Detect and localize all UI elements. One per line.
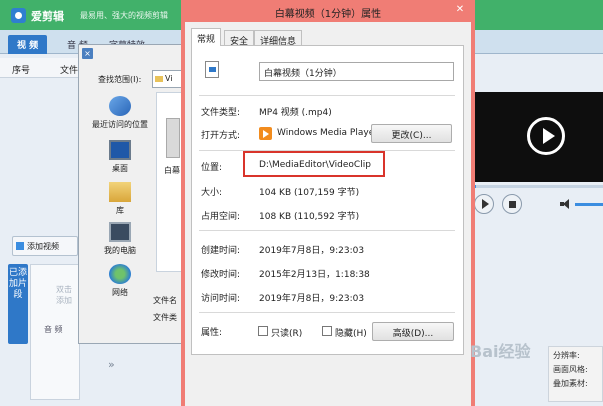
expand-arrows-icon[interactable]: »: [108, 358, 115, 371]
place-library[interactable]: 库: [88, 182, 152, 216]
opens-with-label: 打开方式:: [201, 131, 241, 141]
open-dialog-close-icon[interactable]: ×: [82, 48, 93, 59]
look-in-label: 查找范围(I):: [98, 75, 142, 84]
video-file-thumbnail[interactable]: [166, 118, 180, 158]
place-desktop[interactable]: 桌面: [88, 140, 152, 174]
tab-security[interactable]: 安全: [224, 30, 255, 47]
opens-with-value: Windows Media Playe: [277, 128, 375, 138]
size-label: 大小:: [201, 188, 223, 198]
place-network[interactable]: 网络: [88, 264, 152, 298]
look-in-value: Vi: [165, 74, 173, 83]
size-on-disk-value: 108 KB (110,592 字节): [259, 212, 360, 222]
change-button[interactable]: 更改(C)...: [371, 124, 452, 143]
video-file-icon: [205, 61, 219, 78]
info-overlay: 叠加素材:: [553, 379, 588, 388]
volume-icon[interactable]: [560, 199, 572, 209]
place-computer[interactable]: 我的电脑: [88, 222, 152, 256]
library-icon: [109, 182, 131, 202]
size-on-disk-label: 占用空间:: [201, 212, 241, 222]
file-type-value: MP4 视频 (.mp4): [259, 108, 332, 118]
app-logo-icon: [11, 8, 26, 23]
volume-slider[interactable]: [575, 203, 603, 206]
location-highlight-box: [243, 151, 385, 177]
windows-media-player-icon: [259, 127, 272, 140]
dialog-button-bar: [185, 356, 471, 406]
recent-places-icon: [109, 96, 131, 116]
hidden-label: 隐藏(H): [335, 329, 367, 339]
computer-icon: [109, 222, 131, 242]
accessed-label: 访问时间:: [201, 294, 241, 304]
playback-progress-bar[interactable]: [472, 185, 603, 188]
created-value: 2019年7月8日，9:23:03: [259, 246, 365, 256]
clip-list-header: 序号 文件: [0, 58, 80, 78]
place-label: 我的电脑: [104, 246, 136, 255]
close-icon[interactable]: ✕: [452, 3, 468, 17]
modified-label: 修改时间:: [201, 270, 241, 280]
stop-button[interactable]: [502, 194, 522, 214]
place-label: 桌面: [112, 164, 128, 173]
info-resolution: 分辨率:: [553, 351, 580, 360]
separator: [199, 312, 455, 313]
double-click-add-hint: 双击 添加: [56, 285, 72, 305]
size-value: 104 KB (107,159 字节): [259, 188, 360, 198]
app-slogan: 最易用、强大的视频剪辑: [80, 11, 168, 20]
tab-video[interactable]: 视 频: [8, 35, 48, 54]
screenshot-stage: 爱剪辑 最易用、强大的视频剪辑 视 频 音 频 字幕特效 序号 文件 添加视频 …: [0, 0, 603, 406]
app-name: 爱剪辑: [31, 10, 64, 23]
place-recent[interactable]: 最近访问的位置: [88, 96, 152, 130]
play-overlay-icon[interactable]: [527, 117, 565, 155]
properties-title: 白幕视频（1分钟）属性: [274, 9, 382, 20]
watermark-logo: Bai经验: [470, 342, 531, 361]
network-icon: [109, 264, 131, 284]
tab-general[interactable]: 常规: [191, 28, 222, 46]
advanced-button[interactable]: 高级(D)...: [372, 322, 454, 341]
separator: [199, 230, 455, 231]
file-thumb-name: 白幕: [164, 166, 180, 175]
place-label: 最近访问的位置: [92, 120, 148, 129]
add-video-label: 添加视频: [27, 242, 59, 251]
created-label: 创建时间:: [201, 246, 241, 256]
file-name-field[interactable]: 白幕视频（1分钟）: [259, 62, 454, 81]
folder-icon: [155, 76, 163, 82]
tab-details[interactable]: 详细信息: [254, 30, 303, 47]
added-clips-tab[interactable]: 已添加片段: [8, 264, 28, 344]
location-label: 位置:: [201, 163, 223, 173]
play-button[interactable]: [474, 194, 494, 214]
add-video-button[interactable]: 添加视频: [12, 236, 78, 256]
readonly-checkbox[interactable]: [258, 326, 268, 336]
column-file: 文件: [60, 66, 79, 76]
info-style: 画面风格:: [553, 365, 588, 374]
place-label: 库: [116, 206, 124, 215]
accessed-value: 2019年7月8日，9:23:03: [259, 294, 365, 304]
file-name-label: 文件名: [153, 296, 177, 305]
column-seq: 序号: [12, 66, 31, 76]
audio-track-label: 音 频: [44, 325, 63, 334]
file-type-filter-label: 文件类: [153, 313, 177, 322]
attributes-label: 属性:: [201, 328, 223, 338]
modified-value: 2015年2月13日，1:18:38: [259, 270, 370, 280]
file-type-label: 文件类型:: [201, 108, 241, 118]
hidden-checkbox[interactable]: [322, 326, 332, 336]
place-label: 网络: [112, 288, 128, 297]
add-video-icon: [16, 242, 24, 250]
general-tab-page: [191, 45, 464, 355]
separator: [199, 95, 455, 96]
desktop-icon: [109, 140, 131, 160]
readonly-label: 只读(R): [271, 329, 303, 339]
